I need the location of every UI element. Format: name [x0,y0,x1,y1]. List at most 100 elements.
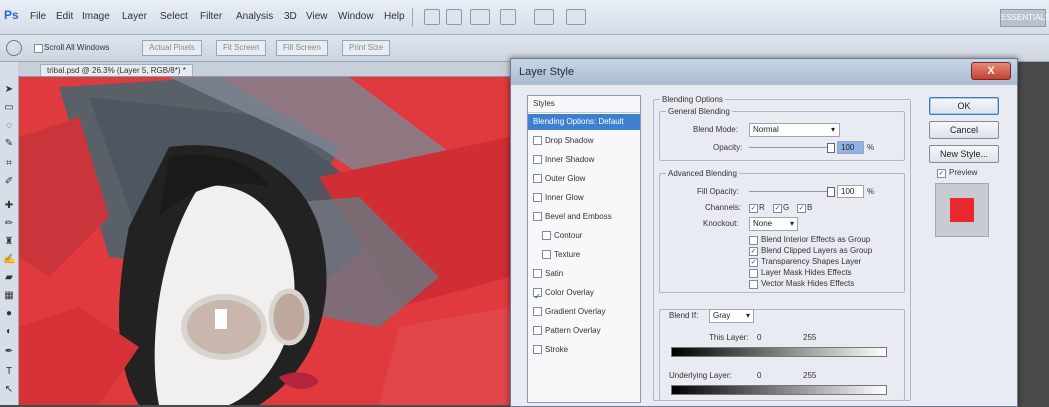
menu-select[interactable]: Select [160,11,188,22]
styles-header[interactable]: Styles [528,96,640,113]
document-canvas[interactable] [19,77,510,405]
eraser-tool-icon[interactable]: ▰ [3,272,15,284]
style-checkbox[interactable] [533,155,542,165]
ok-button[interactable]: OK [929,97,999,115]
channel-g-checkbox[interactable]: ✓ [773,204,782,213]
advanced-option-label: Transparency Shapes Layer [761,257,862,266]
menu-window[interactable]: Window [338,11,374,22]
cancel-button[interactable]: Cancel [929,121,999,139]
knockout-select[interactable]: None ▾ [749,217,798,231]
eyedropper-tool-icon[interactable]: ✐ [3,176,15,188]
marquee-tool-icon[interactable]: ▭ [3,102,15,114]
style-checkbox[interactable] [542,250,551,260]
mini-bridge-icon[interactable] [446,9,462,25]
fill-screen-button[interactable]: Fill Screen [276,40,328,56]
style-checkbox[interactable] [533,345,542,355]
style-checkbox[interactable] [533,193,542,203]
blending-options-title: Blending Options [662,95,723,104]
fit-screen-button[interactable]: Fit Screen [216,40,267,56]
style-item[interactable]: Pattern Overlay [528,323,640,339]
channel-r-checkbox[interactable]: ✓ [749,204,758,213]
pen-tool-icon[interactable]: ✒ [3,346,15,358]
extras-icon[interactable] [566,9,586,25]
style-checkbox[interactable] [542,231,551,241]
preview-thumbnail [935,183,989,237]
gradient-tool-icon[interactable]: ▦ [3,290,15,302]
advanced-option-checkbox[interactable]: ✓ [749,258,758,267]
menu-file[interactable]: File [30,11,46,22]
fill-opacity-slider-thumb[interactable] [827,187,835,197]
advanced-option-checkbox[interactable] [749,269,758,278]
move-tool-icon[interactable]: ➤ [3,84,15,96]
blur-tool-icon[interactable]: ● [3,308,15,320]
this-layer-gradient-slider[interactable] [671,347,887,357]
style-checkbox[interactable] [533,269,542,279]
blend-mode-select[interactable]: Normal ▾ [749,123,840,137]
style-item[interactable]: Outer Glow [528,171,640,187]
style-checkbox[interactable] [533,326,542,336]
menu-layer[interactable]: Layer [122,11,147,22]
style-item[interactable]: Inner Glow [528,190,640,206]
style-item-label: Color Overlay [545,288,594,297]
print-size-button[interactable]: Print Size [342,40,391,56]
menu-help[interactable]: Help [384,11,405,22]
underlying-layer-gradient-slider[interactable] [671,385,887,395]
style-checkbox[interactable]: ✓ [533,288,542,301]
close-button[interactable]: X [971,62,1011,80]
menu-3d[interactable]: 3D [284,11,297,22]
crop-tool-icon[interactable]: ⌗ [3,158,15,170]
path-selection-tool-icon[interactable]: ↖ [3,384,15,396]
brush-tool-icon[interactable]: ✏ [3,218,15,230]
style-item[interactable]: Gradient Overlay [528,304,640,320]
scroll-all-windows-checkbox[interactable] [34,44,43,53]
style-item[interactable]: Inner Shadow [528,152,640,168]
zoom-level-icon[interactable] [500,9,516,25]
style-item[interactable]: Blending Options: Default [528,114,640,130]
advanced-option-checkbox[interactable] [749,280,758,289]
document-tab[interactable]: tribal.psd @ 26.3% (Layer 5, RGB/8*) * [40,64,193,76]
bridge-icon[interactable] [424,9,440,25]
blend-if-select[interactable]: Gray ▾ [709,309,754,323]
lasso-tool-icon[interactable]: ◌ [3,120,15,132]
hand-tool-icon[interactable] [6,40,22,56]
advanced-option-checkbox[interactable]: ✓ [749,247,758,256]
menu-view[interactable]: View [306,11,328,22]
preview-checkbox[interactable]: ✓ [937,169,946,178]
dialog-title-bar[interactable]: Layer Style X [511,59,1017,85]
menu-edit[interactable]: Edit [56,11,73,22]
style-item[interactable]: Texture [528,247,640,263]
advanced-option-checkbox[interactable] [749,236,758,245]
style-item[interactable]: Contour [528,228,640,244]
healing-brush-tool-icon[interactable]: ✚ [3,200,15,212]
channel-b-label: B [807,203,813,212]
menu-analysis[interactable]: Analysis [236,11,273,22]
opacity-slider-thumb[interactable] [827,143,835,153]
menu-filter[interactable]: Filter [200,11,222,22]
opacity-input[interactable]: 100 [837,141,864,154]
type-tool-icon[interactable]: T [3,366,15,378]
style-item[interactable]: Bevel and Emboss [528,209,640,225]
dodge-tool-icon[interactable]: ◐ [3,326,15,338]
style-checkbox[interactable] [533,174,542,184]
arrange-documents-icon[interactable] [534,9,554,25]
opacity-slider[interactable] [749,147,831,148]
tools-panel: ➤ ▭ ◌ ✎ ⌗ ✐ ✚ ✏ ♜ ✍ ▰ ▦ ● ◐ ✒ T ↖ [0,62,19,405]
workspace-switcher[interactable]: ESSENTIALS [1000,9,1049,27]
fill-opacity-slider[interactable] [749,191,831,192]
quick-select-tool-icon[interactable]: ✎ [3,138,15,150]
actual-pixels-button[interactable]: Actual Pixels [142,40,202,56]
style-item[interactable]: ✓ Color Overlay [528,285,640,301]
fill-opacity-input[interactable]: 100 [837,185,864,198]
clone-stamp-tool-icon[interactable]: ♜ [3,236,15,248]
history-brush-tool-icon[interactable]: ✍ [3,254,15,266]
new-style-button[interactable]: New Style... [929,145,999,163]
style-item[interactable]: Drop Shadow [528,133,640,149]
style-checkbox[interactable] [533,136,542,146]
style-item[interactable]: Satin [528,266,640,282]
style-checkbox[interactable] [533,212,542,222]
screen-mode-icon[interactable] [470,9,490,25]
menu-image[interactable]: Image [82,11,110,22]
style-item[interactable]: Stroke [528,342,640,358]
style-checkbox[interactable] [533,307,542,317]
channel-b-checkbox[interactable]: ✓ [797,204,806,213]
